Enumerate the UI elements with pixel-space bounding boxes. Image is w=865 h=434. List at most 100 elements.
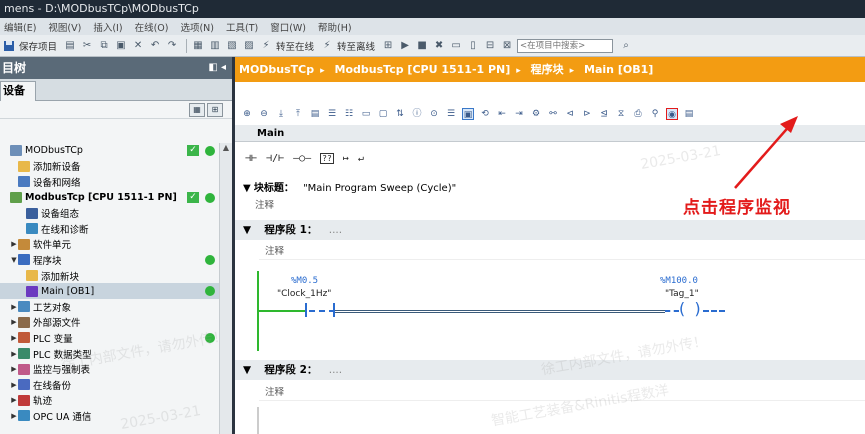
block-interface-tab[interactable]: Main <box>235 125 865 142</box>
tree-item[interactable]: ▼ 程序块 <box>0 252 232 268</box>
ref-data-icon[interactable]: ⚙ <box>530 108 542 120</box>
compare-icon[interactable]: ⧖ <box>615 108 627 120</box>
snapshot-icon[interactable]: ⎙ <box>632 108 644 120</box>
open-branch-icon[interactable]: ↦ <box>343 153 349 164</box>
go-offline-icon[interactable]: ⚡ <box>320 38 334 54</box>
project-search-input[interactable] <box>517 38 614 53</box>
expand-icon[interactable]: ▶ <box>10 303 18 311</box>
collapse-pane-icon[interactable]: ◧ ◂ <box>208 57 226 79</box>
tree-item[interactable]: Main [OB1] <box>0 283 232 299</box>
networks-open-icon[interactable]: ☰ <box>326 108 338 120</box>
tree-item[interactable]: ▶ PLC 数据类型 <box>0 346 232 362</box>
table-view-icon[interactable]: ▦ <box>189 103 205 117</box>
network-1-comment[interactable]: 注释 <box>259 244 865 260</box>
expand-icon[interactable]: ▶ <box>10 381 18 389</box>
save-icon[interactable] <box>2 38 16 54</box>
tree-item[interactable]: ▶ 轨迹 <box>0 393 232 409</box>
tab-devices[interactable]: 设备 <box>0 81 36 101</box>
redo-icon[interactable]: ↷ <box>165 38 179 54</box>
expand-icon[interactable]: ▶ <box>10 396 18 404</box>
insert-call-icon[interactable]: ⊲ <box>564 108 576 120</box>
upload-icon[interactable]: ▧ <box>225 38 239 54</box>
close-branch-icon[interactable]: ↵ <box>358 153 364 164</box>
undo-icon[interactable]: ↶ <box>148 38 162 54</box>
collapse-icon[interactable]: ▼ <box>243 364 251 376</box>
add-row-icon[interactable]: ⤒ <box>292 108 304 120</box>
accessible-devices-icon[interactable]: ⊞ <box>381 38 395 54</box>
save-project-button[interactable]: 保存项目 <box>19 39 57 53</box>
menu-window[interactable]: 窗口(W) <box>270 20 306 34</box>
window-arrange-icon[interactable]: ⊠ <box>500 38 514 54</box>
block-title-value[interactable]: "Main Program Sweep (Cycle)" <box>303 183 456 194</box>
go-online-button[interactable]: 转至在线 <box>276 39 314 53</box>
favorites-icon[interactable]: ▭ <box>360 108 372 120</box>
go-offline-button[interactable]: 转至离线 <box>337 39 375 53</box>
tree-item[interactable]: ▶ 监控与强制表 <box>0 361 232 377</box>
search-icon[interactable]: ⌕ <box>619 38 633 54</box>
collapse-icon[interactable]: ▼ <box>10 256 18 264</box>
tree-item[interactable]: ▶ OPC UA 通信 <box>0 408 232 424</box>
download-icon[interactable]: ▥ <box>208 38 222 54</box>
compile-icon[interactable]: ▦ <box>191 38 205 54</box>
open-block-icon[interactable]: ⊳ <box>581 108 593 120</box>
tree-item[interactable]: ▶ 工艺对象 <box>0 299 232 315</box>
detail-view-icon[interactable]: ⊞ <box>207 103 223 117</box>
expand-icon[interactable]: ▶ <box>10 412 18 420</box>
network-2-header[interactable]: ▼ 程序段 2： .... <box>235 360 865 380</box>
variable-info-icon[interactable]: ⓘ <box>411 108 423 120</box>
coil-tag[interactable]: "Tag_1" <box>665 289 699 299</box>
tree-item[interactable]: 设备和网络 <box>0 174 232 190</box>
network-2-title[interactable]: .... <box>329 364 342 376</box>
menu-insert[interactable]: 插入(I) <box>93 20 122 34</box>
delete-network-icon[interactable]: ⊖ <box>258 108 270 120</box>
network-1-header[interactable]: ▼ 程序段 1： .... <box>235 220 865 240</box>
expand-icon[interactable]: ▶ <box>10 318 18 326</box>
coil-icon[interactable]: –○– <box>293 153 311 164</box>
goto-prev-icon[interactable]: ⇤ <box>496 108 508 120</box>
collapse-icon[interactable]: ▼ <box>243 224 251 236</box>
comment-icon[interactable]: ▢ <box>377 108 389 120</box>
paste-icon[interactable]: ▣ <box>114 38 128 54</box>
cross-reference-icon[interactable]: ✖ <box>432 38 446 54</box>
expand-icon[interactable]: ▶ <box>10 334 18 342</box>
tree-item[interactable]: ▶ 外部源文件 <box>0 315 232 331</box>
start-cpu-icon[interactable]: ▶ <box>398 38 412 54</box>
coil-right-paren[interactable]: ) <box>693 301 703 317</box>
network-comments-icon[interactable]: ☰ <box>445 108 457 120</box>
menu-options[interactable]: 选项(N) <box>180 20 214 34</box>
tree-item[interactable]: 添加新设备 <box>0 159 232 175</box>
menu-help[interactable]: 帮助(H) <box>318 20 352 34</box>
coil-left-paren[interactable]: ( <box>677 301 687 317</box>
nc-contact-icon[interactable]: ⊣/⊢ <box>266 153 284 164</box>
delete-icon[interactable]: ✕ <box>131 38 145 54</box>
zoom-icon[interactable]: ⊙ <box>428 108 440 120</box>
call-structure-icon[interactable]: ⚯ <box>547 108 559 120</box>
contact-left-bar[interactable] <box>305 303 307 317</box>
breadcrumb-blocks[interactable]: 程序块 <box>531 63 564 76</box>
network-1-title[interactable]: .... <box>329 224 342 236</box>
scroll-up-icon[interactable]: ▲ <box>220 143 232 155</box>
tree-item[interactable]: 在线和诊断 <box>0 221 232 237</box>
more-tools-icon[interactable]: ▤ <box>683 108 695 120</box>
display-format-icon[interactable]: ⇅ <box>394 108 406 120</box>
expand-icon[interactable]: ▶ <box>10 350 18 358</box>
tree-scrollbar[interactable]: ▲ <box>219 143 232 434</box>
menu-online[interactable]: 在线(O) <box>135 20 169 34</box>
modify-values-icon[interactable]: ⚲ <box>649 108 661 120</box>
menu-tools[interactable]: 工具(T) <box>226 20 258 34</box>
collapse-icon[interactable]: ▼ <box>243 183 251 194</box>
print-icon[interactable]: ▤ <box>63 38 77 54</box>
split-horizontal-icon[interactable]: ▭ <box>449 38 463 54</box>
copy-icon[interactable]: ⧉ <box>97 38 111 54</box>
network-2-comment[interactable]: 注释 <box>259 385 865 401</box>
block-interface-icon[interactable]: ▣ <box>462 108 474 120</box>
coil-address[interactable]: %M100.0 <box>660 276 698 286</box>
insert-network-icon[interactable]: ⊕ <box>241 108 253 120</box>
cut-icon[interactable]: ✂ <box>80 38 94 54</box>
insert-row-icon[interactable]: ⤓ <box>275 108 287 120</box>
close-block-icon[interactable]: ⊴ <box>598 108 610 120</box>
tree-item[interactable]: ModbusTcp [CPU 1511-1 PN] ✓ <box>0 190 232 206</box>
go-online-icon[interactable]: ⚡ <box>259 38 273 54</box>
goto-next-icon[interactable]: ⇥ <box>513 108 525 120</box>
monitor-program-button[interactable]: ◉ <box>666 108 678 120</box>
